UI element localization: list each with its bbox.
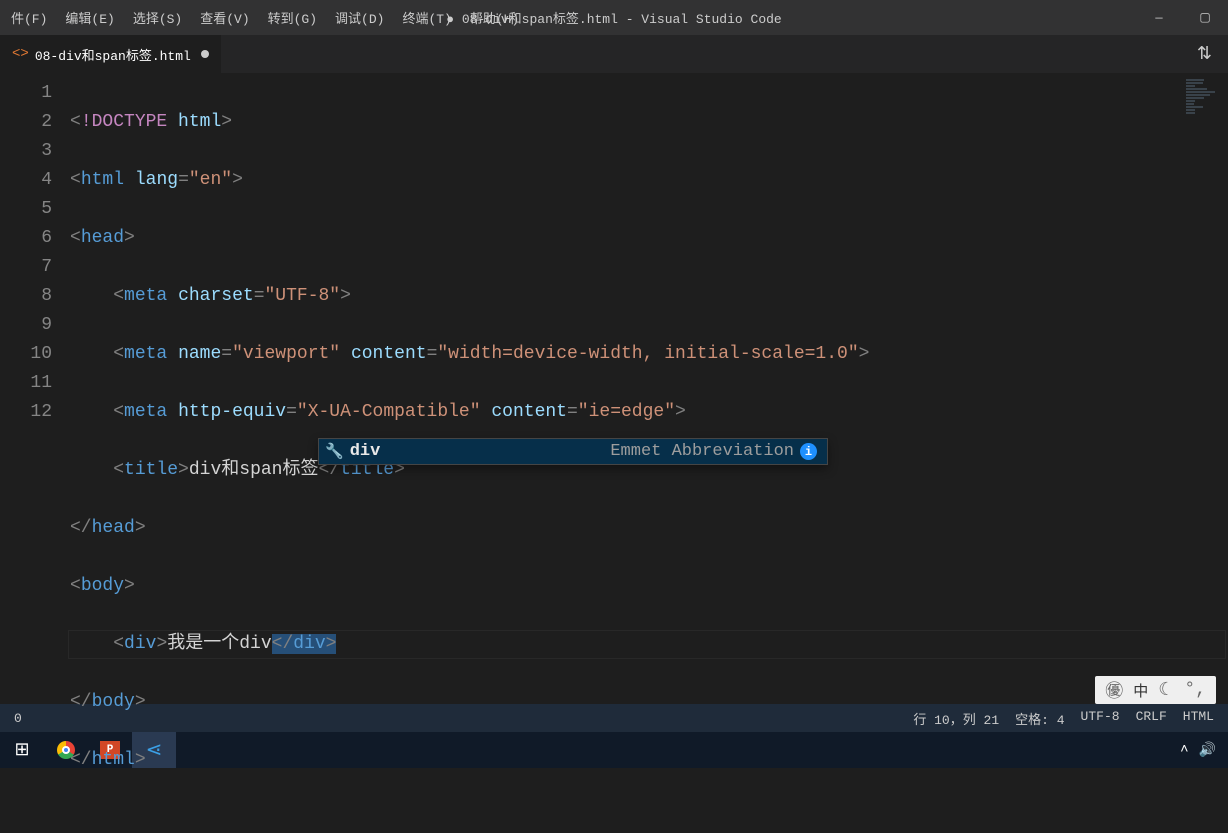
tab-dirty-icon — [201, 50, 209, 58]
tab-bar: <> 08-div和span标签.html ⇅ — [0, 35, 1228, 73]
window-title: ● 08-div和span标签.html - Visual Studio Cod… — [446, 8, 781, 27]
menu-edit[interactable]: 编辑(E) — [56, 0, 123, 35]
window-controls: — ▢ — [1136, 0, 1228, 35]
line-number-gutter: 1234 5678 9101112 — [0, 79, 70, 704]
menu-view[interactable]: 查看(V) — [191, 0, 258, 35]
html-file-icon: <> — [12, 46, 29, 62]
suggestion-label: div — [350, 442, 381, 461]
title-bar: 件(F) 编辑(E) 选择(S) 查看(V) 转到(G) 调试(D) 终端(T)… — [0, 0, 1228, 35]
menu-goto[interactable]: 转到(G) — [259, 0, 326, 35]
tab-label: 08-div和span标签.html — [35, 45, 191, 64]
maximize-button[interactable]: ▢ — [1182, 0, 1228, 35]
moon-icon[interactable]: ☾ — [1158, 679, 1174, 701]
taskbar-start-icon[interactable]: ⊞ — [0, 732, 44, 768]
minimap[interactable] — [1186, 79, 1216, 199]
editor[interactable]: 1234 5678 9101112 <!DOCTYPE html> <html … — [0, 73, 1228, 704]
ime-language[interactable]: 中 — [1133, 680, 1148, 701]
menu-file[interactable]: 件(F) — [2, 0, 56, 35]
ime-logo-icon: ㊝ — [1105, 677, 1123, 703]
suggestion-item[interactable]: 🔧 div Emmet Abbreviation i — [319, 439, 827, 464]
menu-debug[interactable]: 调试(D) — [326, 0, 393, 35]
ime-bar[interactable]: ㊝ 中 ☾ °, — [1095, 676, 1216, 704]
menu-select[interactable]: 选择(S) — [124, 0, 191, 35]
compare-changes-icon[interactable]: ⇅ — [1197, 43, 1212, 65]
minimize-button[interactable]: — — [1136, 0, 1182, 35]
wrench-icon: 🔧 — [325, 442, 344, 461]
tab-active-file[interactable]: <> 08-div和span标签.html — [0, 35, 222, 73]
status-problems[interactable]: 0 — [14, 711, 22, 726]
info-icon[interactable]: i — [800, 443, 817, 460]
suggestion-widget[interactable]: 🔧 div Emmet Abbreviation i — [318, 438, 828, 465]
suggestion-hint: Emmet Abbreviation — [610, 442, 794, 461]
code-area[interactable]: <!DOCTYPE html> <html lang="en"> <head> … — [70, 79, 1228, 704]
ime-punct-icon[interactable]: °, — [1184, 680, 1206, 700]
